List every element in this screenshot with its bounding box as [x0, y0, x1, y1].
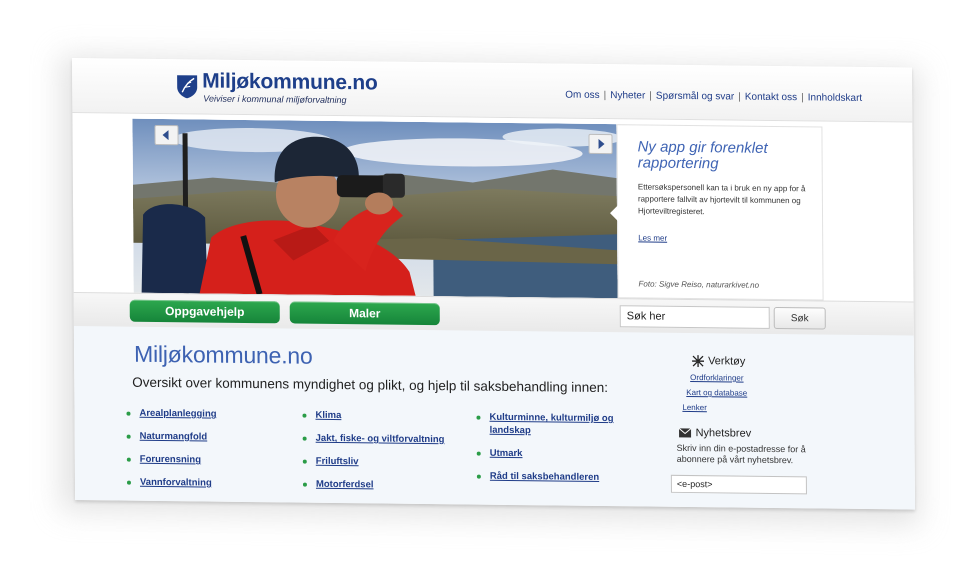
bullet	[126, 411, 131, 416]
hero-carousel: Ny app gir forenklet rapportering Etters…	[132, 118, 826, 301]
topic-link[interactable]: Utmark	[476, 447, 627, 462]
bullet	[302, 482, 307, 487]
nav-om-oss[interactable]: Om oss	[561, 90, 604, 101]
chevron-left-icon	[162, 130, 169, 141]
topic-link[interactable]: Klima	[302, 409, 472, 424]
oppgavehjelp-button[interactable]: Oppgavehjelp	[129, 299, 280, 324]
email-field[interactable]	[670, 474, 807, 495]
topic-label: Forurensning	[139, 453, 202, 466]
search-form: Søk	[619, 305, 826, 330]
envelope-icon	[678, 428, 692, 438]
topic-label: Arealplanlegging	[139, 407, 217, 420]
bullet	[126, 434, 131, 439]
hero-landscape-image	[132, 118, 618, 299]
topic-column-2: Klima Jakt, fiske- og viltforvaltning Fr…	[302, 409, 473, 503]
site-logo-title[interactable]: Miljøkommune.no	[202, 69, 378, 95]
tools-icon	[692, 355, 705, 368]
bullet	[302, 436, 307, 441]
search-input[interactable]	[619, 305, 770, 329]
nav-sporsmal-og-svar[interactable]: Spørsmål og svar	[652, 91, 738, 103]
nav-kontakt-oss[interactable]: Kontakt oss	[741, 92, 801, 104]
carousel-next-button[interactable]	[588, 133, 613, 155]
page-subtitle: Oversikt over kommunens myndighet og pli…	[132, 374, 609, 396]
topic-label: Kulturminne, kulturmiljø og landskap	[489, 411, 614, 437]
lenker-link[interactable]: Lenker	[682, 403, 707, 412]
topic-label: Klima	[315, 409, 342, 422]
topic-label: Utmark	[489, 447, 523, 460]
bullet	[302, 413, 307, 418]
bullet	[476, 451, 481, 456]
news-headline: Ny app gir forenklet rapportering	[637, 138, 768, 173]
topic-link[interactable]: Friluftsliv	[302, 455, 473, 470]
topic-link[interactable]: Vannforvaltning	[126, 476, 277, 491]
bullet	[126, 480, 131, 485]
main-content: Miljøkommune.no Oversikt over kommunens …	[73, 326, 916, 510]
photo-credit: Foto: Sigve Reiso, naturarkivet.no	[638, 279, 760, 290]
topic-link[interactable]: Kulturminne, kulturmiljø og landskap	[476, 411, 626, 439]
tools-heading-label: Verktøy	[708, 355, 746, 368]
hero-photo	[132, 118, 618, 299]
topic-link[interactable]: Råd til saksbehandleren	[476, 470, 627, 485]
topic-label: Motorferdsel	[315, 478, 374, 491]
topic-label: Råd til saksbehandleren	[489, 470, 600, 483]
newsletter-text: Skriv inn din e-postadresse for å abonne…	[676, 442, 806, 466]
news-body: Ettersøkspersonell kan ta i bruk en ny a…	[637, 182, 806, 217]
ordforklaringer-link[interactable]: Ordforklaringer	[690, 373, 743, 383]
topic-label: Vannforvaltning	[139, 476, 212, 489]
site-tagline: Veiviser i kommunal miljøforvaltning	[203, 93, 347, 106]
read-more-link[interactable]: Les mer	[638, 233, 667, 242]
panel-pointer	[609, 205, 619, 222]
topic-link[interactable]: Naturmangfold	[126, 430, 277, 445]
bullet	[302, 459, 307, 464]
kart-og-database-link[interactable]: Kart og database	[686, 388, 747, 398]
newsletter-heading: Nyhetsbrev	[678, 427, 752, 440]
news-panel: Ny app gir forenklet rapportering Etters…	[609, 124, 824, 301]
nav-nyheter[interactable]: Nyheter	[606, 90, 649, 101]
website-page: Miljøkommune.no Veiviser i kommunal milj…	[72, 58, 916, 510]
tools-heading: Verktøy	[692, 355, 745, 368]
maler-button[interactable]: Maler	[289, 301, 440, 326]
bullet	[476, 415, 481, 420]
topic-column-1: Arealplanlegging Naturmangfold Forurensn…	[126, 407, 277, 501]
nav-innholdskart[interactable]: Innholdskart	[804, 92, 867, 104]
topic-label: Naturmangfold	[139, 430, 208, 443]
topic-column-3: Kulturminne, kulturmiljø og landskap Utm…	[476, 411, 627, 495]
chevron-right-icon	[598, 138, 605, 149]
topic-label: Jakt, fiske- og viltforvaltning	[315, 432, 445, 446]
top-navigation: Om oss | Nyheter | Spørsmål og svar | Ko…	[561, 90, 866, 104]
carousel-prev-button[interactable]	[154, 124, 179, 146]
topic-link[interactable]: Motorferdsel	[302, 478, 473, 493]
topic-link[interactable]: Forurensning	[126, 453, 277, 468]
bullet	[126, 457, 131, 462]
bullet	[476, 474, 481, 479]
search-button[interactable]: Søk	[773, 306, 826, 330]
topic-label: Friluftsliv	[315, 455, 359, 468]
page-title: Miljøkommune.no	[133, 340, 313, 369]
topic-link[interactable]: Arealplanlegging	[126, 407, 276, 422]
site-header: Miljøkommune.no Veiviser i kommunal milj…	[72, 58, 913, 123]
newsletter-heading-label: Nyhetsbrev	[695, 427, 752, 440]
topic-link[interactable]: Jakt, fiske- og viltforvaltning	[302, 432, 473, 447]
leaf-logo-icon	[177, 75, 198, 99]
